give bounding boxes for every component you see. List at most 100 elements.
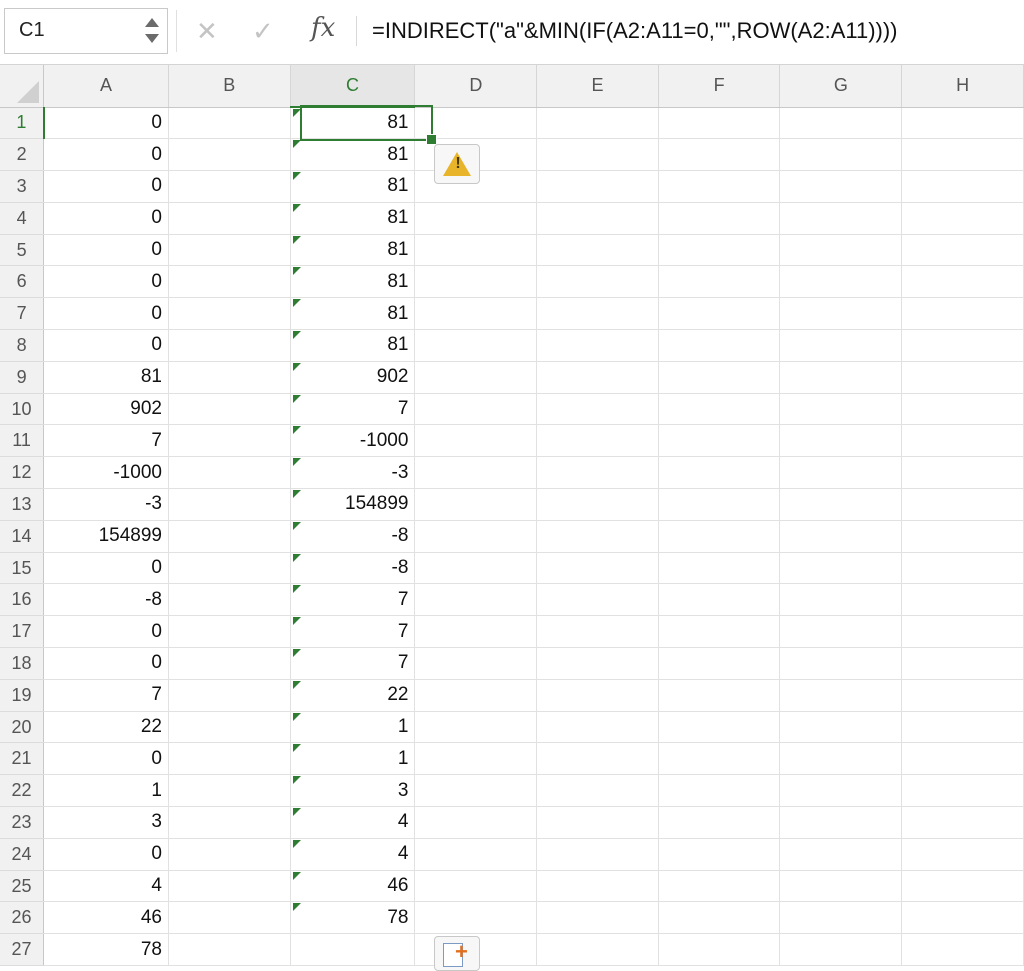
cell-g2[interactable] — [779, 138, 903, 172]
cell-g19[interactable] — [779, 679, 903, 712]
cell-f26[interactable] — [658, 901, 781, 935]
cell-g8[interactable] — [779, 329, 903, 362]
cell-e13[interactable] — [536, 488, 659, 521]
formula-input[interactable]: =INDIRECT("a"&MIN(IF(A2:A11=0,"",ROW(A2:… — [372, 18, 898, 44]
cell-a4[interactable]: 0 — [43, 202, 169, 235]
cell-a22[interactable]: 1 — [43, 774, 169, 808]
cell-g16[interactable] — [779, 583, 903, 617]
cell-b6[interactable] — [168, 265, 291, 299]
cell-e10[interactable] — [536, 393, 659, 426]
cell-f16[interactable] — [658, 583, 781, 617]
cell-f17[interactable] — [658, 615, 781, 649]
cell-b23[interactable] — [168, 806, 291, 839]
cell-d21[interactable] — [414, 742, 538, 776]
cell-c14[interactable]: -8 — [290, 520, 416, 553]
cell-b8[interactable] — [168, 329, 291, 362]
cell-h12[interactable] — [901, 456, 1024, 490]
cell-b15[interactable] — [168, 552, 291, 585]
cell-d5[interactable] — [414, 234, 538, 267]
cell-a11[interactable]: 7 — [43, 424, 169, 458]
cell-h7[interactable] — [901, 297, 1024, 331]
cell-h9[interactable] — [901, 361, 1024, 394]
name-box-stepper-icon[interactable] — [145, 14, 159, 48]
row-header[interactable]: 27 — [0, 933, 45, 967]
cell-a21[interactable]: 0 — [43, 742, 169, 776]
cell-c4[interactable]: 81 — [290, 202, 416, 235]
cell-c13[interactable]: 154899 — [290, 488, 416, 521]
cell-d25[interactable] — [414, 870, 538, 903]
cell-c27[interactable] — [290, 933, 416, 967]
cell-f5[interactable] — [658, 234, 781, 267]
cell-g10[interactable] — [779, 393, 903, 426]
cell-f7[interactable] — [658, 297, 781, 331]
cell-h4[interactable] — [901, 202, 1024, 235]
row-header[interactable]: 7 — [0, 297, 45, 331]
cell-c10[interactable]: 7 — [290, 393, 416, 426]
cell-f24[interactable] — [658, 838, 781, 871]
cell-d9[interactable] — [414, 361, 538, 394]
cell-e5[interactable] — [536, 234, 659, 267]
cell-b24[interactable] — [168, 838, 291, 871]
cell-c18[interactable]: 7 — [290, 647, 416, 680]
cell-g6[interactable] — [779, 265, 903, 299]
row-header[interactable]: 14 — [0, 520, 45, 553]
cell-c16[interactable]: 7 — [290, 583, 416, 617]
cell-h1[interactable] — [901, 107, 1024, 140]
cell-d15[interactable] — [414, 552, 538, 585]
cell-f12[interactable] — [658, 456, 781, 490]
row-header[interactable]: 18 — [0, 647, 45, 680]
row-header[interactable]: 2 — [0, 138, 45, 172]
column-header-b[interactable]: B — [168, 65, 291, 108]
cell-g18[interactable] — [779, 647, 903, 680]
cell-c6[interactable]: 81 — [290, 265, 416, 299]
cell-b16[interactable] — [168, 583, 291, 617]
cell-g3[interactable] — [779, 170, 903, 203]
row-header[interactable]: 15 — [0, 552, 45, 585]
cell-e24[interactable] — [536, 838, 659, 871]
row-header[interactable]: 16 — [0, 583, 45, 617]
cell-h20[interactable] — [901, 711, 1024, 744]
cell-h2[interactable] — [901, 138, 1024, 172]
error-check-button[interactable]: ! — [434, 144, 480, 184]
cell-a17[interactable]: 0 — [43, 615, 169, 649]
cell-c11[interactable]: -1000 — [290, 424, 416, 458]
cell-c25[interactable]: 46 — [290, 870, 416, 903]
cell-f20[interactable] — [658, 711, 781, 744]
cell-b13[interactable] — [168, 488, 291, 521]
cell-d17[interactable] — [414, 615, 538, 649]
cell-d26[interactable] — [414, 901, 538, 935]
cell-c24[interactable]: 4 — [290, 838, 416, 871]
cell-b19[interactable] — [168, 679, 291, 712]
cell-a26[interactable]: 46 — [43, 901, 169, 935]
column-header-g[interactable]: G — [779, 65, 903, 108]
cell-d12[interactable] — [414, 456, 538, 490]
cell-g9[interactable] — [779, 361, 903, 394]
row-header[interactable]: 11 — [0, 424, 45, 458]
cell-b14[interactable] — [168, 520, 291, 553]
row-header[interactable]: 26 — [0, 901, 45, 935]
cell-d22[interactable] — [414, 774, 538, 808]
cell-b21[interactable] — [168, 742, 291, 776]
cell-c21[interactable]: 1 — [290, 742, 416, 776]
row-header[interactable]: 17 — [0, 615, 45, 649]
cell-h17[interactable] — [901, 615, 1024, 649]
cell-a9[interactable]: 81 — [43, 361, 169, 394]
cell-a8[interactable]: 0 — [43, 329, 169, 362]
cell-d24[interactable] — [414, 838, 538, 871]
cell-e9[interactable] — [536, 361, 659, 394]
cell-e8[interactable] — [536, 329, 659, 362]
cell-g20[interactable] — [779, 711, 903, 744]
row-header[interactable]: 8 — [0, 329, 45, 362]
cell-f15[interactable] — [658, 552, 781, 585]
cell-b9[interactable] — [168, 361, 291, 394]
cell-e21[interactable] — [536, 742, 659, 776]
cell-h14[interactable] — [901, 520, 1024, 553]
cell-h26[interactable] — [901, 901, 1024, 935]
cell-a18[interactable]: 0 — [43, 647, 169, 680]
cell-g22[interactable] — [779, 774, 903, 808]
cell-f6[interactable] — [658, 265, 781, 299]
row-header[interactable]: 1 — [0, 107, 45, 140]
cell-b7[interactable] — [168, 297, 291, 331]
cell-e23[interactable] — [536, 806, 659, 839]
cell-g26[interactable] — [779, 901, 903, 935]
